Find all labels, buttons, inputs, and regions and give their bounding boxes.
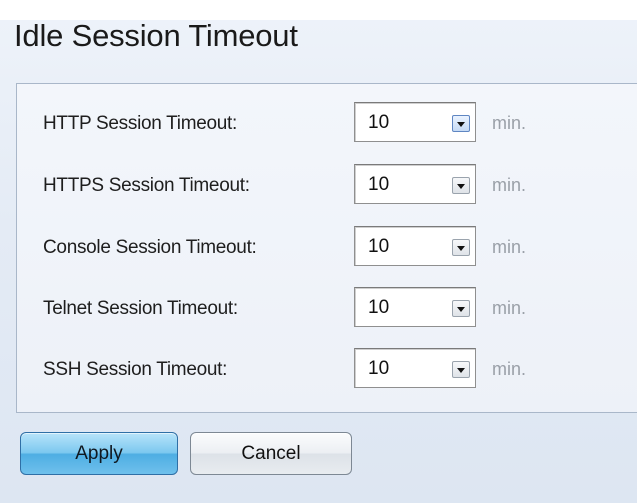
cancel-button[interactable]: Cancel [190,432,352,475]
https-timeout-select[interactable]: 10 [354,164,476,204]
chevron-down-icon[interactable] [452,239,470,256]
https-timeout-label: HTTPS Session Timeout: [43,175,250,196]
https-timeout-value: 10 [368,174,390,195]
chevron-down-icon[interactable] [452,361,470,378]
chevron-down-icon[interactable] [452,115,470,132]
console-timeout-value: 10 [368,236,390,257]
ssh-timeout-select[interactable]: 10 [354,348,476,388]
page: Idle Session Timeout HTTP Session Timeou… [0,0,637,503]
chevron-down-icon[interactable] [452,177,470,194]
http-timeout-select[interactable]: 10 [354,102,476,142]
https-timeout-unit: min. [492,175,527,195]
http-timeout-label: HTTP Session Timeout: [43,113,237,134]
ssh-timeout-label: SSH Session Timeout: [43,359,228,380]
ssh-timeout-row: SSH Session Timeout: 10 min. [17,348,637,390]
console-timeout-select[interactable]: 10 [354,226,476,266]
telnet-timeout-row: Telnet Session Timeout: 10 min. [17,287,637,329]
http-timeout-row: HTTP Session Timeout: 10 min. [17,102,637,144]
chevron-down-icon[interactable] [452,300,470,317]
http-timeout-unit: min. [492,113,527,133]
console-timeout-row: Console Session Timeout: 10 min. [17,226,637,268]
console-timeout-unit: min. [492,237,527,257]
https-timeout-row: HTTPS Session Timeout: 10 min. [17,164,637,206]
timeout-settings-panel: HTTP Session Timeout: 10 min. HTTPS Sess… [16,83,637,413]
telnet-timeout-value: 10 [368,297,390,318]
page-title: Idle Session Timeout [14,18,298,53]
console-timeout-label: Console Session Timeout: [43,237,257,258]
telnet-timeout-unit: min. [492,298,527,318]
ssh-timeout-unit: min. [492,359,527,379]
header-strip [0,0,637,20]
apply-button[interactable]: Apply [20,432,178,475]
http-timeout-value: 10 [368,112,390,133]
ssh-timeout-value: 10 [368,358,390,379]
telnet-timeout-label: Telnet Session Timeout: [43,298,238,319]
telnet-timeout-select[interactable]: 10 [354,287,476,327]
